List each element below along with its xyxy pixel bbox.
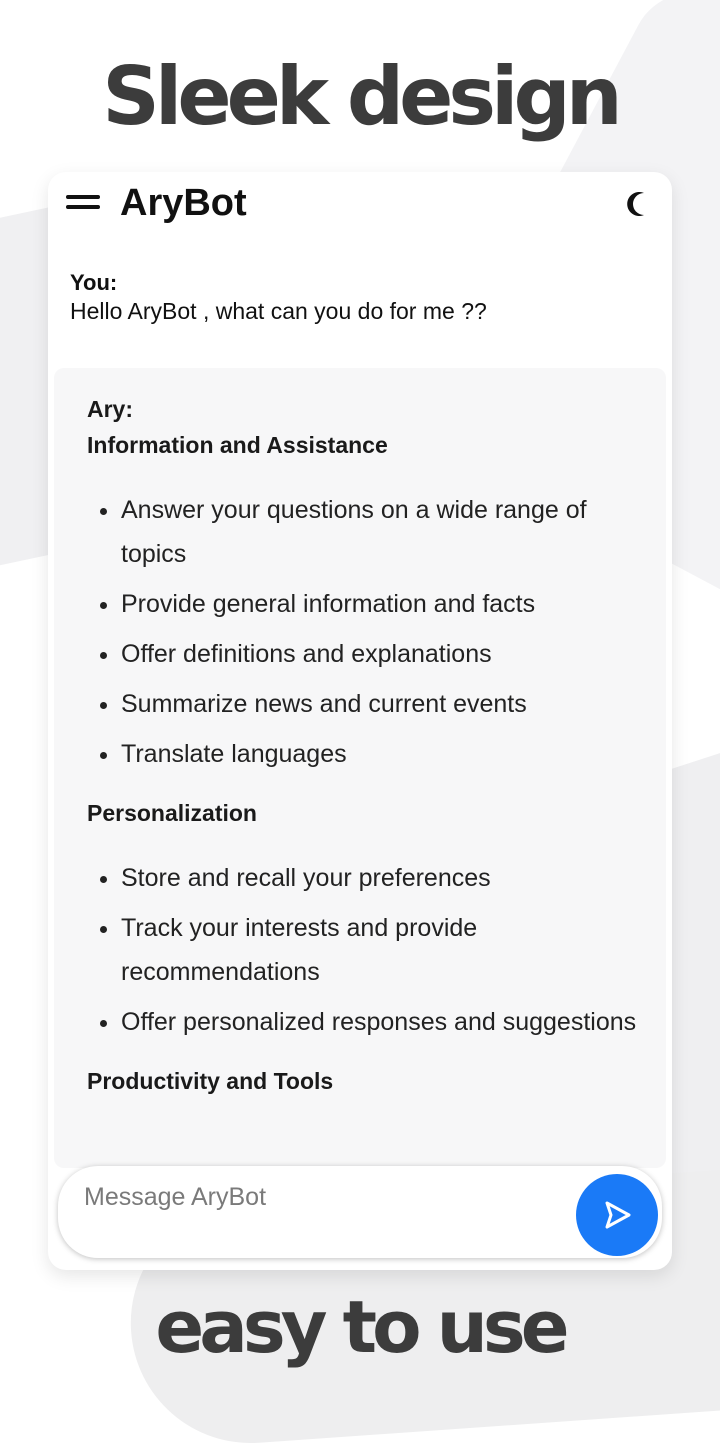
list-item: Provide general information and facts xyxy=(121,582,647,626)
list-item: Offer personalized responses and suggest… xyxy=(121,1000,647,1044)
message-input[interactable] xyxy=(82,1176,566,1218)
user-label: You: xyxy=(70,270,118,295)
list-item: Store and recall your preferences xyxy=(121,856,647,900)
moon-icon[interactable] xyxy=(626,190,654,218)
headline-top: Sleek design xyxy=(102,50,622,143)
list-item: Summarize news and current events xyxy=(121,682,647,726)
section-title: Personalization xyxy=(87,800,257,826)
user-message: You: Hello AryBot , what can you do for … xyxy=(70,270,650,325)
user-message-text: Hello AryBot , what can you do for me ?? xyxy=(70,298,487,324)
list-item: Offer definitions and explanations xyxy=(121,632,647,676)
headline-bottom: easy to use xyxy=(155,1285,569,1369)
send-icon xyxy=(605,1201,631,1229)
bullet-list: Answer your questions on a wide range of… xyxy=(87,488,647,776)
app-bar: AryBot xyxy=(48,172,672,234)
bot-message: Ary: Information and Assistance Answer y… xyxy=(54,368,666,1168)
list-item: Track your interests and provide recomme… xyxy=(121,906,647,994)
bot-label: Ary: xyxy=(87,396,134,422)
hamburger-menu-icon[interactable] xyxy=(66,192,100,212)
chat-window: AryBot You: Hello AryBot , what can you … xyxy=(48,172,672,1270)
list-item: Answer your questions on a wide range of… xyxy=(121,488,647,576)
send-button[interactable] xyxy=(576,1174,658,1256)
message-composer xyxy=(58,1166,662,1258)
app-title: AryBot xyxy=(120,182,247,224)
list-item: Translate languages xyxy=(121,732,647,776)
section-title: Productivity and Tools xyxy=(87,1068,334,1094)
bullet-list: Store and recall your preferences Track … xyxy=(87,856,647,1044)
section-title: Information and Assistance xyxy=(87,432,388,458)
